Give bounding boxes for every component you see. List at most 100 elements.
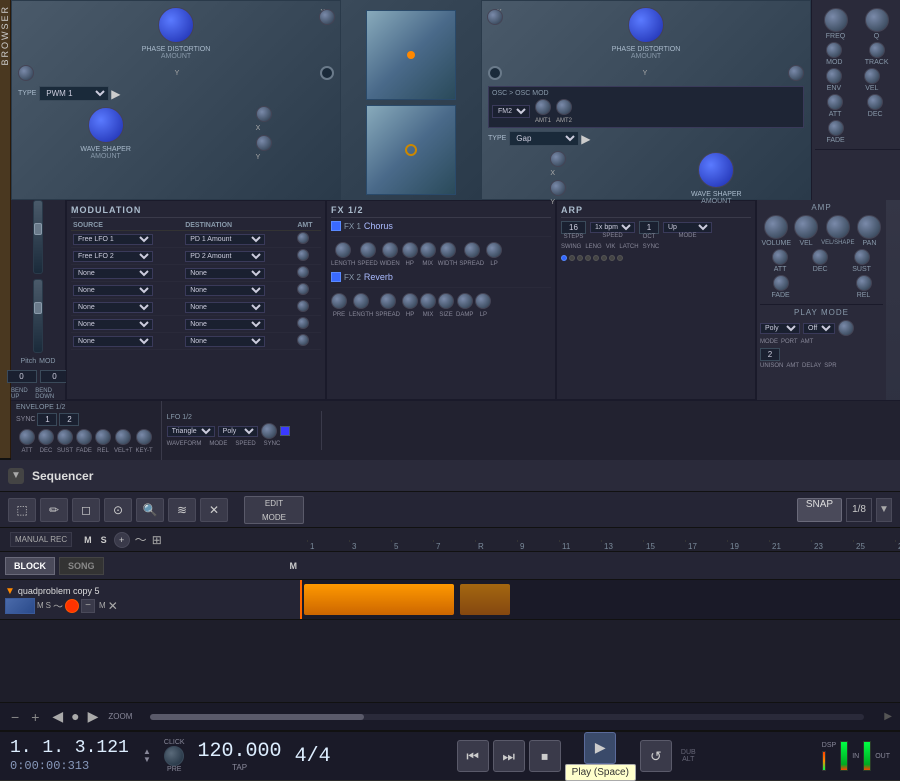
osc1-type-arrow[interactable]: ▶ <box>111 87 120 101</box>
fx1-mix-knob[interactable] <box>420 242 436 258</box>
xy-pad-bottom[interactable] <box>366 105 456 195</box>
track-m-btn[interactable]: M <box>37 601 44 610</box>
dec-knob[interactable] <box>867 94 883 110</box>
mod-dest-select[interactable]: None <box>185 268 265 279</box>
mod-source-select[interactable]: Free LFO 1 <box>73 234 153 245</box>
mod-dest-select[interactable]: PD 2 Amount <box>185 251 265 262</box>
block-btn[interactable]: BLOCK <box>5 557 55 575</box>
portamento-knob[interactable] <box>838 320 854 336</box>
amp-vs-knob[interactable] <box>826 215 850 239</box>
osc2-type-select[interactable]: Gap Sine <box>509 131 579 146</box>
fx2-size-knob[interactable] <box>438 293 454 309</box>
fx1-length-knob[interactable] <box>335 242 351 258</box>
osc1-x-knob[interactable] <box>319 9 335 25</box>
track-collapse-arrow[interactable]: ▼ <box>5 586 15 597</box>
osc2-ws-x-knob[interactable] <box>550 151 566 167</box>
off-select[interactable]: OffOn <box>803 323 835 334</box>
osc2-y-knob[interactable] <box>788 65 804 81</box>
mod-dest-select[interactable]: None <box>185 302 265 313</box>
nav-forward-btn[interactable]: ▶ <box>86 708 101 725</box>
lfo-speed-knob[interactable] <box>261 423 277 439</box>
nav-back-btn[interactable]: ◀ <box>50 708 65 725</box>
mod-dest-select[interactable]: None <box>185 319 265 330</box>
amp-fade-knob[interactable] <box>773 275 789 291</box>
env-rel-knob[interactable] <box>95 429 111 445</box>
fx1-spread-knob[interactable] <box>464 242 480 258</box>
fx2-lp-knob[interactable] <box>475 293 491 309</box>
amt1-knob[interactable] <box>535 99 551 115</box>
magnify-tool[interactable]: 🔍 <box>136 498 164 522</box>
amp-rel-knob[interactable] <box>856 275 872 291</box>
mod-knob[interactable] <box>826 42 842 58</box>
mod-dest-select[interactable]: None <box>185 336 265 347</box>
mod-amt-knob[interactable] <box>297 300 309 312</box>
osc1-type-select[interactable]: PWM 1 Sine Square <box>39 86 109 101</box>
env-sync-input[interactable] <box>37 413 57 426</box>
mod-source-select[interactable]: None <box>73 268 153 279</box>
env-fade-knob[interactable] <box>76 429 92 445</box>
arp-steps-input[interactable] <box>561 221 586 234</box>
env-att-knob[interactable] <box>19 429 35 445</box>
zoom-out-btn[interactable]: − <box>8 709 22 725</box>
lfo-sync-check[interactable] <box>280 426 290 436</box>
loop-btn[interactable]: ↺ <box>640 740 672 772</box>
mod-amt-knob[interactable] <box>297 317 309 329</box>
fx1-width-knob[interactable] <box>440 242 456 258</box>
lfo-waveform-select[interactable]: TriangleSineSquareSaw <box>167 426 215 437</box>
poly-select[interactable]: PolyMono <box>760 323 800 334</box>
fx1-hp-knob[interactable] <box>402 242 418 258</box>
snap-dropdown[interactable]: ▼ <box>876 498 892 522</box>
mod-dest-select[interactable]: PD 1 Amount <box>185 234 265 245</box>
track-x-btn[interactable]: ✕ <box>108 599 118 613</box>
osc2-pd-knob[interactable] <box>628 7 664 43</box>
mute-tool[interactable]: ✕ <box>200 498 228 522</box>
xy-pad-top[interactable] <box>366 10 456 100</box>
fx1-widen-knob[interactable] <box>382 242 398 258</box>
mod-source-select[interactable]: None <box>73 302 153 313</box>
manual-rec-btn[interactable]: MANUAL REC <box>10 532 72 547</box>
mod-dest-select[interactable]: None <box>185 285 265 296</box>
mod-source-select[interactable]: None <box>73 336 153 347</box>
lasso-tool[interactable]: ⊙ <box>104 498 132 522</box>
amp-att-knob[interactable] <box>772 249 788 265</box>
stop-btn[interactable]: ⏹ <box>529 740 561 772</box>
fx2-damp-knob[interactable] <box>457 293 473 309</box>
osc1-ws-y-knob[interactable] <box>256 135 272 151</box>
track-s-btn[interactable]: S <box>46 601 51 610</box>
edit-mode-btn[interactable]: EDIT MODE <box>244 496 304 524</box>
amp-pan-knob[interactable] <box>857 215 881 239</box>
mod-amt-knob[interactable] <box>297 334 309 346</box>
mod-amt-knob[interactable] <box>297 266 309 278</box>
amp-vel-knob[interactable] <box>794 215 818 239</box>
fx1-lp-knob[interactable] <box>486 242 502 258</box>
osc1-y-knob[interactable] <box>18 65 34 81</box>
m-center[interactable]: M <box>290 561 298 571</box>
env-dec-knob[interactable] <box>38 429 54 445</box>
lfo-mode-select[interactable]: PolyMono <box>218 426 258 437</box>
fx2-mix-knob[interactable] <box>420 293 436 309</box>
amt2-knob[interactable] <box>556 99 572 115</box>
env-velt-knob[interactable] <box>115 429 131 445</box>
pencil-tool[interactable]: ✏ <box>40 498 68 522</box>
mod-amt-knob[interactable] <box>297 249 309 261</box>
grid-icon[interactable]: ⊞ <box>152 533 162 547</box>
fx1-speed-knob[interactable] <box>360 242 376 258</box>
mod-amt-knob[interactable] <box>297 283 309 295</box>
osc1-ws-knob[interactable] <box>88 107 124 143</box>
osc2-ws-knob[interactable] <box>698 152 734 188</box>
amp-sust-knob[interactable] <box>854 249 870 265</box>
add-track-btn[interactable]: + <box>114 532 130 548</box>
nav-record-btn[interactable]: ● <box>69 708 81 725</box>
osc1-ws-x-knob[interactable] <box>256 106 272 122</box>
fm-select[interactable]: FM2 AM <box>492 105 530 118</box>
vel-knob[interactable] <box>864 68 880 84</box>
fx2-spread-knob[interactable] <box>380 293 396 309</box>
strum-tool[interactable]: ≋ <box>168 498 196 522</box>
env-sync-input2[interactable] <box>59 413 79 426</box>
track-right[interactable] <box>302 580 900 619</box>
env-sust-knob[interactable] <box>57 429 73 445</box>
hscroll-thumb[interactable] <box>150 714 364 720</box>
bend-down-input[interactable] <box>40 370 70 383</box>
q-knob[interactable] <box>865 8 889 32</box>
amp-vol-knob[interactable] <box>764 215 788 239</box>
